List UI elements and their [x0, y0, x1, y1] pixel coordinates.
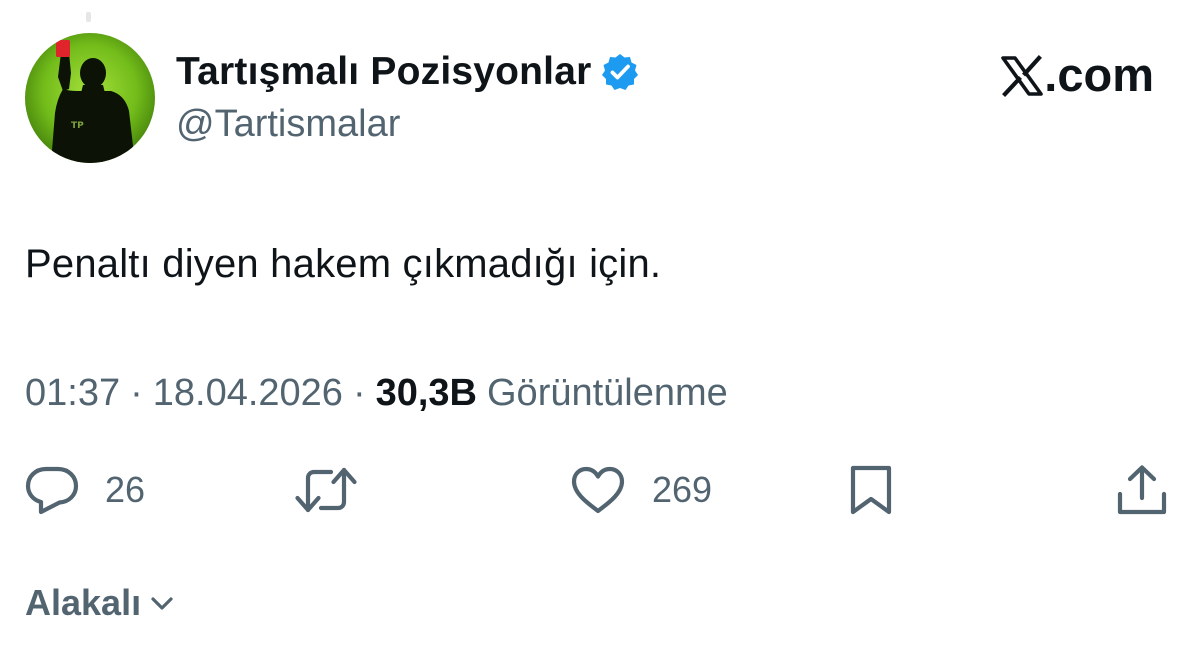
tweet-text: Penaltı diyen hakem çıkmadığı için. [25, 242, 662, 286]
share-icon [1116, 464, 1168, 516]
top-indicator [86, 12, 91, 22]
author-display-name[interactable]: Tartışmalı Pozisyonlar [176, 50, 591, 94]
reply-button[interactable]: 26 [25, 462, 145, 518]
tweet-card: TP Tartışmalı Pozisyonlar @Tartismalar .… [0, 0, 1200, 656]
reply-count: 26 [105, 469, 146, 510]
heart-icon [570, 465, 626, 515]
reply-icon [25, 464, 79, 516]
retweet-button[interactable] [295, 462, 357, 518]
tweet-time[interactable]: 01:37 [25, 372, 120, 415]
chevron-down-icon [151, 597, 173, 610]
tweet-meta: 01:37 · 18.04.2026 · 30,3B Görüntülenme [25, 372, 728, 415]
bookmark-button[interactable] [848, 462, 894, 518]
like-count: 269 [652, 469, 713, 510]
related-toggle[interactable]: Alakalı [25, 582, 175, 624]
action-bar: 26 269 [0, 462, 1200, 518]
avatar[interactable]: TP [25, 33, 155, 163]
author-handle[interactable]: @Tartismalar [176, 103, 400, 146]
author-name-row: Tartışmalı Pozisyonlar [176, 44, 640, 100]
bookmark-icon [848, 464, 894, 516]
brand-label: .com [1044, 47, 1154, 101]
retweet-icon [295, 466, 357, 514]
views-label[interactable]: Görüntülenme [487, 372, 728, 415]
verified-badge-icon [600, 52, 640, 92]
brand-logo: .com [1001, 46, 1154, 102]
avatar-initials: TP [71, 121, 84, 131]
views-count[interactable]: 30,3B [376, 372, 477, 415]
like-button[interactable]: 269 [570, 462, 712, 518]
meta-separator: · [352, 372, 366, 414]
share-button[interactable] [1116, 462, 1168, 518]
tweet-date[interactable]: 18.04.2026 [153, 372, 343, 415]
meta-separator: · [130, 372, 143, 414]
x-logo-icon [1001, 53, 1044, 97]
related-label: Alakalı [25, 582, 142, 623]
